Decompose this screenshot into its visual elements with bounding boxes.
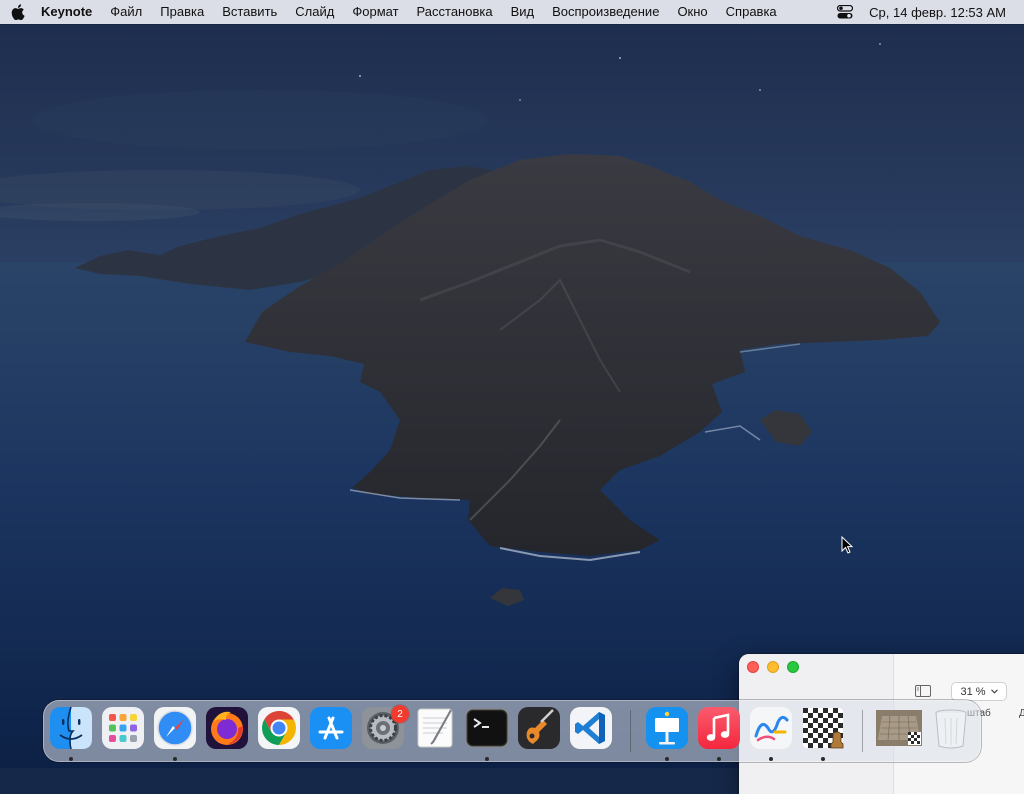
menu-insert[interactable]: Вставить bbox=[213, 0, 286, 24]
textedit-icon[interactable] bbox=[413, 706, 457, 750]
running-indicator bbox=[173, 757, 177, 761]
menu-play[interactable]: Воспроизведение bbox=[543, 0, 668, 24]
finder-icon[interactable] bbox=[49, 706, 93, 750]
running-indicator bbox=[769, 757, 773, 761]
window-zoom-button[interactable] bbox=[787, 661, 799, 673]
menu-format[interactable]: Формат bbox=[343, 0, 407, 24]
menu-app-name[interactable]: Keynote bbox=[36, 0, 101, 24]
running-indicator bbox=[665, 757, 669, 761]
control-center-icon[interactable] bbox=[835, 0, 855, 24]
zoom-select[interactable]: 31 % bbox=[952, 683, 1006, 700]
app-store-icon[interactable] bbox=[309, 706, 353, 750]
catalina-island-illustration bbox=[0, 43, 1024, 768]
desktop-wallpaper bbox=[0, 0, 1024, 768]
safari-icon[interactable] bbox=[153, 706, 197, 750]
vscode-icon[interactable] bbox=[569, 706, 613, 750]
running-indicator bbox=[821, 757, 825, 761]
keynote-icon[interactable] bbox=[645, 706, 689, 750]
launchpad-icon[interactable] bbox=[101, 706, 145, 750]
garageband-icon[interactable] bbox=[517, 706, 561, 750]
running-indicator bbox=[69, 757, 73, 761]
mouse-cursor-icon bbox=[841, 536, 853, 554]
running-indicator bbox=[717, 757, 721, 761]
terminal-icon[interactable] bbox=[465, 706, 509, 750]
window-close-button[interactable] bbox=[747, 661, 759, 673]
window-minimize-button[interactable] bbox=[767, 661, 779, 673]
menu-window[interactable]: Окно bbox=[668, 0, 716, 24]
notification-badge: 2 bbox=[391, 705, 409, 723]
view-sidebar-icon[interactable] bbox=[915, 685, 931, 697]
chevron-down-icon bbox=[990, 689, 998, 694]
chess-window-thumbnail-icon[interactable] bbox=[876, 710, 922, 746]
menu-help[interactable]: Справка bbox=[717, 0, 786, 24]
trash-icon[interactable] bbox=[929, 706, 973, 750]
dock: 2 bbox=[43, 700, 981, 762]
menu-file[interactable]: Файл bbox=[101, 0, 151, 24]
firefox-icon[interactable] bbox=[205, 706, 249, 750]
menu-view[interactable]: Вид bbox=[502, 0, 544, 24]
menubar-status-area: Ср, 14 февр. 12:53 AM bbox=[835, 0, 1024, 24]
music-icon[interactable] bbox=[697, 706, 741, 750]
dock-separator bbox=[862, 710, 863, 752]
menu-bar: Keynote Файл Правка Вставить Слайд Форма… bbox=[0, 0, 1024, 24]
freeform-icon[interactable] bbox=[749, 706, 793, 750]
toolbar-truncated-label: Д bbox=[1019, 708, 1024, 719]
chess-icon[interactable] bbox=[801, 706, 845, 750]
menu-arrange[interactable]: Расстановка bbox=[408, 0, 502, 24]
menubar-clock[interactable]: Ср, 14 февр. 12:53 AM bbox=[855, 5, 1006, 20]
chrome-icon[interactable] bbox=[257, 706, 301, 750]
zoom-value: 31 % bbox=[960, 685, 986, 698]
apple-logo-icon[interactable] bbox=[0, 0, 36, 24]
running-indicator bbox=[485, 757, 489, 761]
dock-separator bbox=[630, 710, 631, 752]
menu-edit[interactable]: Правка bbox=[151, 0, 213, 24]
menu-slide[interactable]: Слайд bbox=[286, 0, 343, 24]
